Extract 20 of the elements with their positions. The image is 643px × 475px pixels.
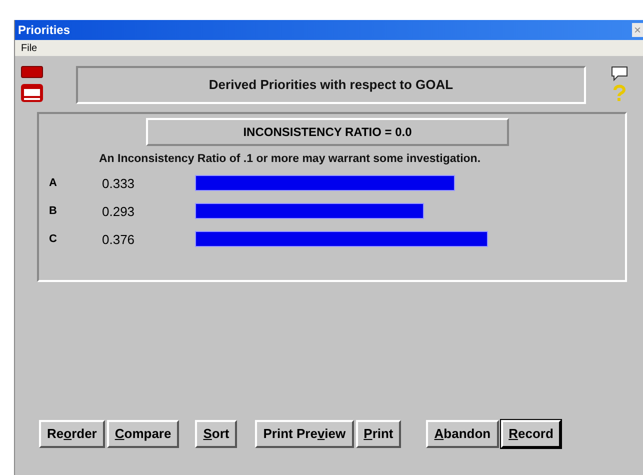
toolbar-button[interactable]: Compare (106, 420, 180, 448)
priority-value: 0.333 (102, 174, 136, 192)
header-text: Derived Priorities with respect to GOAL (208, 76, 454, 94)
alternative-label: C (49, 232, 58, 247)
abc-label-icon[interactable] (21, 84, 43, 102)
note-text: An Inconsistency Ratio of .1 or more may warrant some investigation. (99, 152, 482, 167)
alternative-label: A (49, 176, 58, 191)
alternative-label: B (49, 204, 58, 219)
toolbar-button[interactable]: Reorder (39, 420, 105, 448)
priority-value: 0.293 (102, 202, 136, 220)
toolbar-button[interactable]: Sort (195, 420, 238, 448)
toolbar-button[interactable]: Record (500, 420, 562, 448)
menu-item[interactable]: File (21, 40, 38, 56)
toolbar-button[interactable]: Abandon (426, 420, 499, 448)
speech-bubble-icon[interactable] (610, 66, 628, 82)
window-title: Priorities (18, 22, 70, 39)
ratio-text: INCONSISTENCY RATIO = 0.0 (243, 124, 412, 141)
toolbar-button[interactable]: Print (356, 420, 402, 448)
toolbar-button[interactable]: Print Preview (255, 420, 354, 448)
priority-value: 0.376 (102, 230, 136, 248)
